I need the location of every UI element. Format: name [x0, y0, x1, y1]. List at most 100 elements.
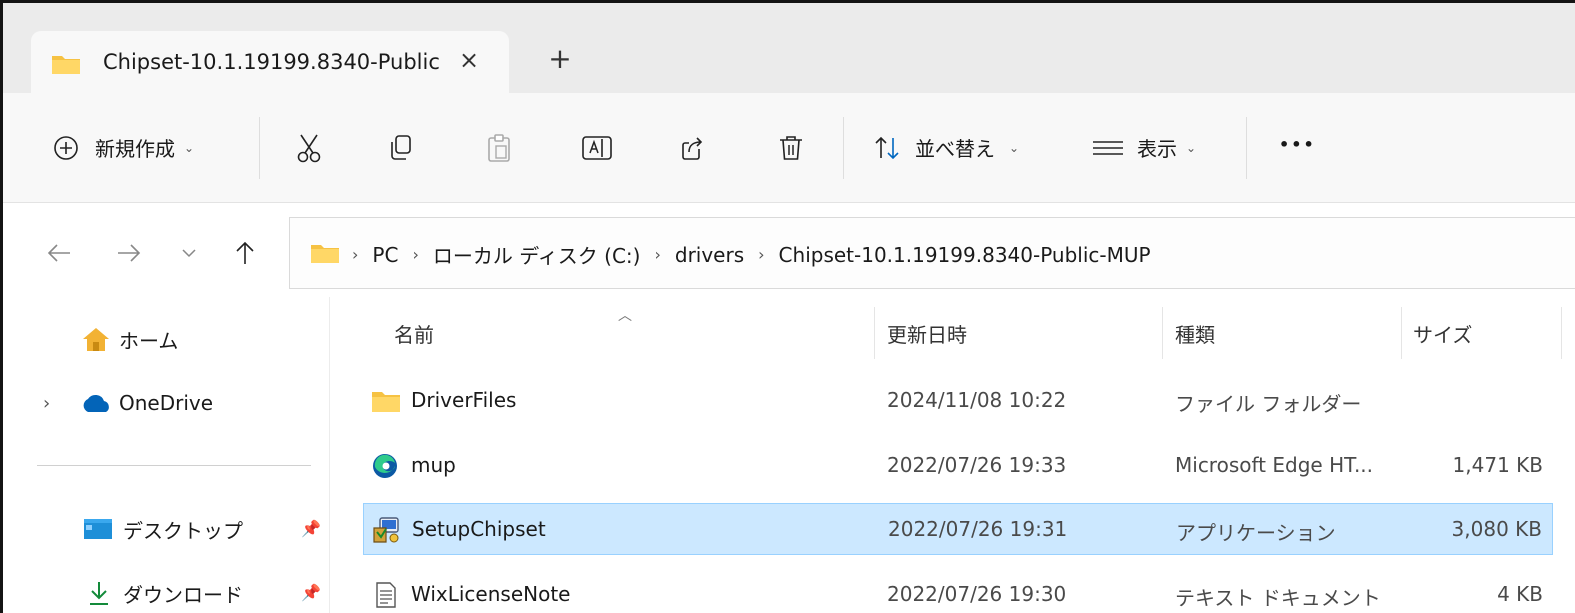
trash-icon [777, 133, 805, 163]
column-header-size[interactable]: サイズ [1413, 319, 1472, 348]
installer-icon [373, 517, 399, 543]
breadcrumb: › PC › ローカル ディスク (C:) › drivers › Chipse… [352, 240, 1151, 269]
file-type: テキスト ドキュメント [1175, 586, 1381, 610]
table-row-selected[interactable]: SetupChipset 2022/07/26 19:31 アプリケーション 3… [363, 503, 1553, 555]
scissors-icon [295, 133, 323, 163]
copy-icon [387, 133, 415, 163]
navigation-bar: › PC › ローカル ディスク (C:) › drivers › Chipse… [3, 203, 1575, 297]
delete-button[interactable] [777, 133, 805, 163]
arrow-left-icon [47, 244, 70, 262]
column-header-date[interactable]: 更新日時 [887, 319, 967, 348]
copy-button[interactable] [387, 133, 415, 163]
tab-title: Chipset-10.1.19199.8340-Public [103, 50, 440, 74]
table-row[interactable]: DriverFiles 2024/11/08 10:22 ファイル フォルダー [363, 375, 1553, 427]
view-button[interactable]: 表示 ⌄ [1091, 133, 1196, 162]
cut-button[interactable] [295, 133, 323, 163]
sidebar-item-onedrive[interactable]: › OneDrive [43, 383, 213, 423]
file-size: 1,471 KB [1452, 453, 1543, 477]
sidebar-item-downloads[interactable]: ダウンロード [87, 573, 243, 613]
sort-ascending-icon: ︿ [618, 308, 632, 324]
rename-button[interactable] [581, 133, 613, 163]
table-row[interactable]: WixLicenseNote 2022/07/26 19:30 テキスト ドキュ… [363, 569, 1553, 613]
column-separator[interactable] [1401, 307, 1402, 359]
pin-icon[interactable]: 📌 [301, 583, 321, 602]
file-type: アプリケーション [1176, 521, 1336, 545]
tab-chipset[interactable]: Chipset-10.1.19199.8340-Public × [31, 31, 509, 97]
navigation-pane: ホーム › OneDrive デスクトップ 📌 ダウンロード 📌 [3, 297, 329, 613]
new-tab-button[interactable]: + [545, 44, 575, 74]
column-header-name[interactable]: 名前 [394, 319, 434, 348]
tab-close-button[interactable]: × [455, 46, 483, 74]
sidebar-item-label: ダウンロード [123, 582, 243, 607]
file-list: ︿ 名前 更新日時 種類 サイズ DriverFiles 2024/11/08 … [330, 297, 1575, 613]
plus-circle-icon [53, 135, 79, 161]
expand-chevron-icon[interactable]: › [43, 393, 79, 414]
paste-button[interactable] [485, 133, 513, 163]
explorer-window: Chipset-10.1.19199.8340-Public × + 新規作成 … [0, 0, 1575, 613]
table-row[interactable]: mup 2022/07/26 19:33 Microsoft Edge HT..… [363, 440, 1553, 492]
paste-icon [485, 133, 513, 163]
chevron-down-icon [182, 249, 196, 258]
sort-button[interactable]: 並べ替え ⌄ [873, 133, 1019, 162]
more-options-button[interactable]: ••• [1279, 135, 1316, 154]
new-button-label: 新規作成 [95, 137, 175, 161]
desktop-icon [84, 519, 112, 539]
column-separator[interactable] [1561, 307, 1562, 359]
file-name: SetupChipset [412, 517, 546, 541]
text-file-icon [376, 582, 396, 608]
sidebar-divider [37, 465, 311, 466]
address-bar[interactable]: › PC › ローカル ディスク (C:) › drivers › Chipse… [289, 217, 1575, 289]
file-size: 4 KB [1497, 582, 1543, 606]
column-separator[interactable] [874, 307, 875, 359]
column-separator[interactable] [1162, 307, 1163, 359]
file-date: 2024/11/08 10:22 [887, 388, 1067, 412]
breadcrumb-separator[interactable]: › [758, 245, 764, 264]
folder-icon [372, 392, 400, 412]
new-button[interactable]: 新規作成 ⌄ [53, 133, 194, 162]
file-type: Microsoft Edge HT... [1175, 453, 1374, 477]
onedrive-cloud-icon [83, 394, 109, 412]
edge-icon [373, 454, 397, 478]
folder-icon [52, 56, 80, 74]
breadcrumb-item-pc[interactable]: PC [372, 243, 398, 267]
up-button[interactable] [229, 237, 261, 269]
file-name: DriverFiles [411, 388, 517, 412]
file-type: ファイル フォルダー [1175, 392, 1362, 416]
chevron-down-icon: ⌄ [1186, 140, 1197, 155]
arrow-right-icon [118, 244, 141, 262]
download-arrow-icon [90, 582, 108, 605]
column-header-row: ︿ 名前 更新日時 種類 サイズ [330, 297, 1575, 371]
sidebar-item-home[interactable]: ホーム [81, 319, 178, 359]
view-list-icon [1091, 136, 1125, 160]
share-icon [679, 133, 707, 163]
toolbar-separator [843, 117, 844, 179]
file-date: 2022/07/26 19:30 [887, 582, 1067, 606]
file-name: mup [411, 453, 456, 477]
sort-button-label: 並べ替え [915, 137, 995, 161]
pin-icon[interactable]: 📌 [301, 519, 321, 538]
breadcrumb-separator[interactable]: › [352, 245, 358, 264]
share-button[interactable] [679, 133, 707, 163]
file-date: 2022/07/26 19:31 [888, 517, 1068, 541]
file-date: 2022/07/26 19:33 [887, 453, 1067, 477]
arrow-up-icon [236, 241, 254, 264]
back-button[interactable] [43, 237, 75, 269]
home-icon [83, 328, 109, 351]
sidebar-item-desktop[interactable]: デスクトップ [83, 509, 243, 549]
recent-locations-button[interactable] [173, 237, 205, 269]
command-bar: 新規作成 ⌄ 並べ替え ⌄ 表示 ⌄ ••• [3, 93, 1575, 203]
chevron-down-icon: ⌄ [1009, 140, 1020, 155]
column-header-type[interactable]: 種類 [1175, 319, 1215, 348]
toolbar-separator [1246, 117, 1247, 179]
chevron-down-icon: ⌄ [184, 140, 195, 155]
breadcrumb-item-local-disk[interactable]: ローカル ディスク (C:) [433, 240, 641, 269]
breadcrumb-item-current[interactable]: Chipset-10.1.19199.8340-Public-MUP [779, 243, 1151, 267]
breadcrumb-separator[interactable]: › [412, 245, 418, 264]
breadcrumb-separator[interactable]: › [654, 245, 660, 264]
folder-icon [311, 245, 339, 263]
file-name: WixLicenseNote [411, 582, 571, 606]
sidebar-item-label: デスクトップ [123, 518, 243, 543]
breadcrumb-item-drivers[interactable]: drivers [675, 243, 744, 267]
toolbar-separator [259, 117, 260, 179]
forward-button[interactable] [113, 237, 145, 269]
